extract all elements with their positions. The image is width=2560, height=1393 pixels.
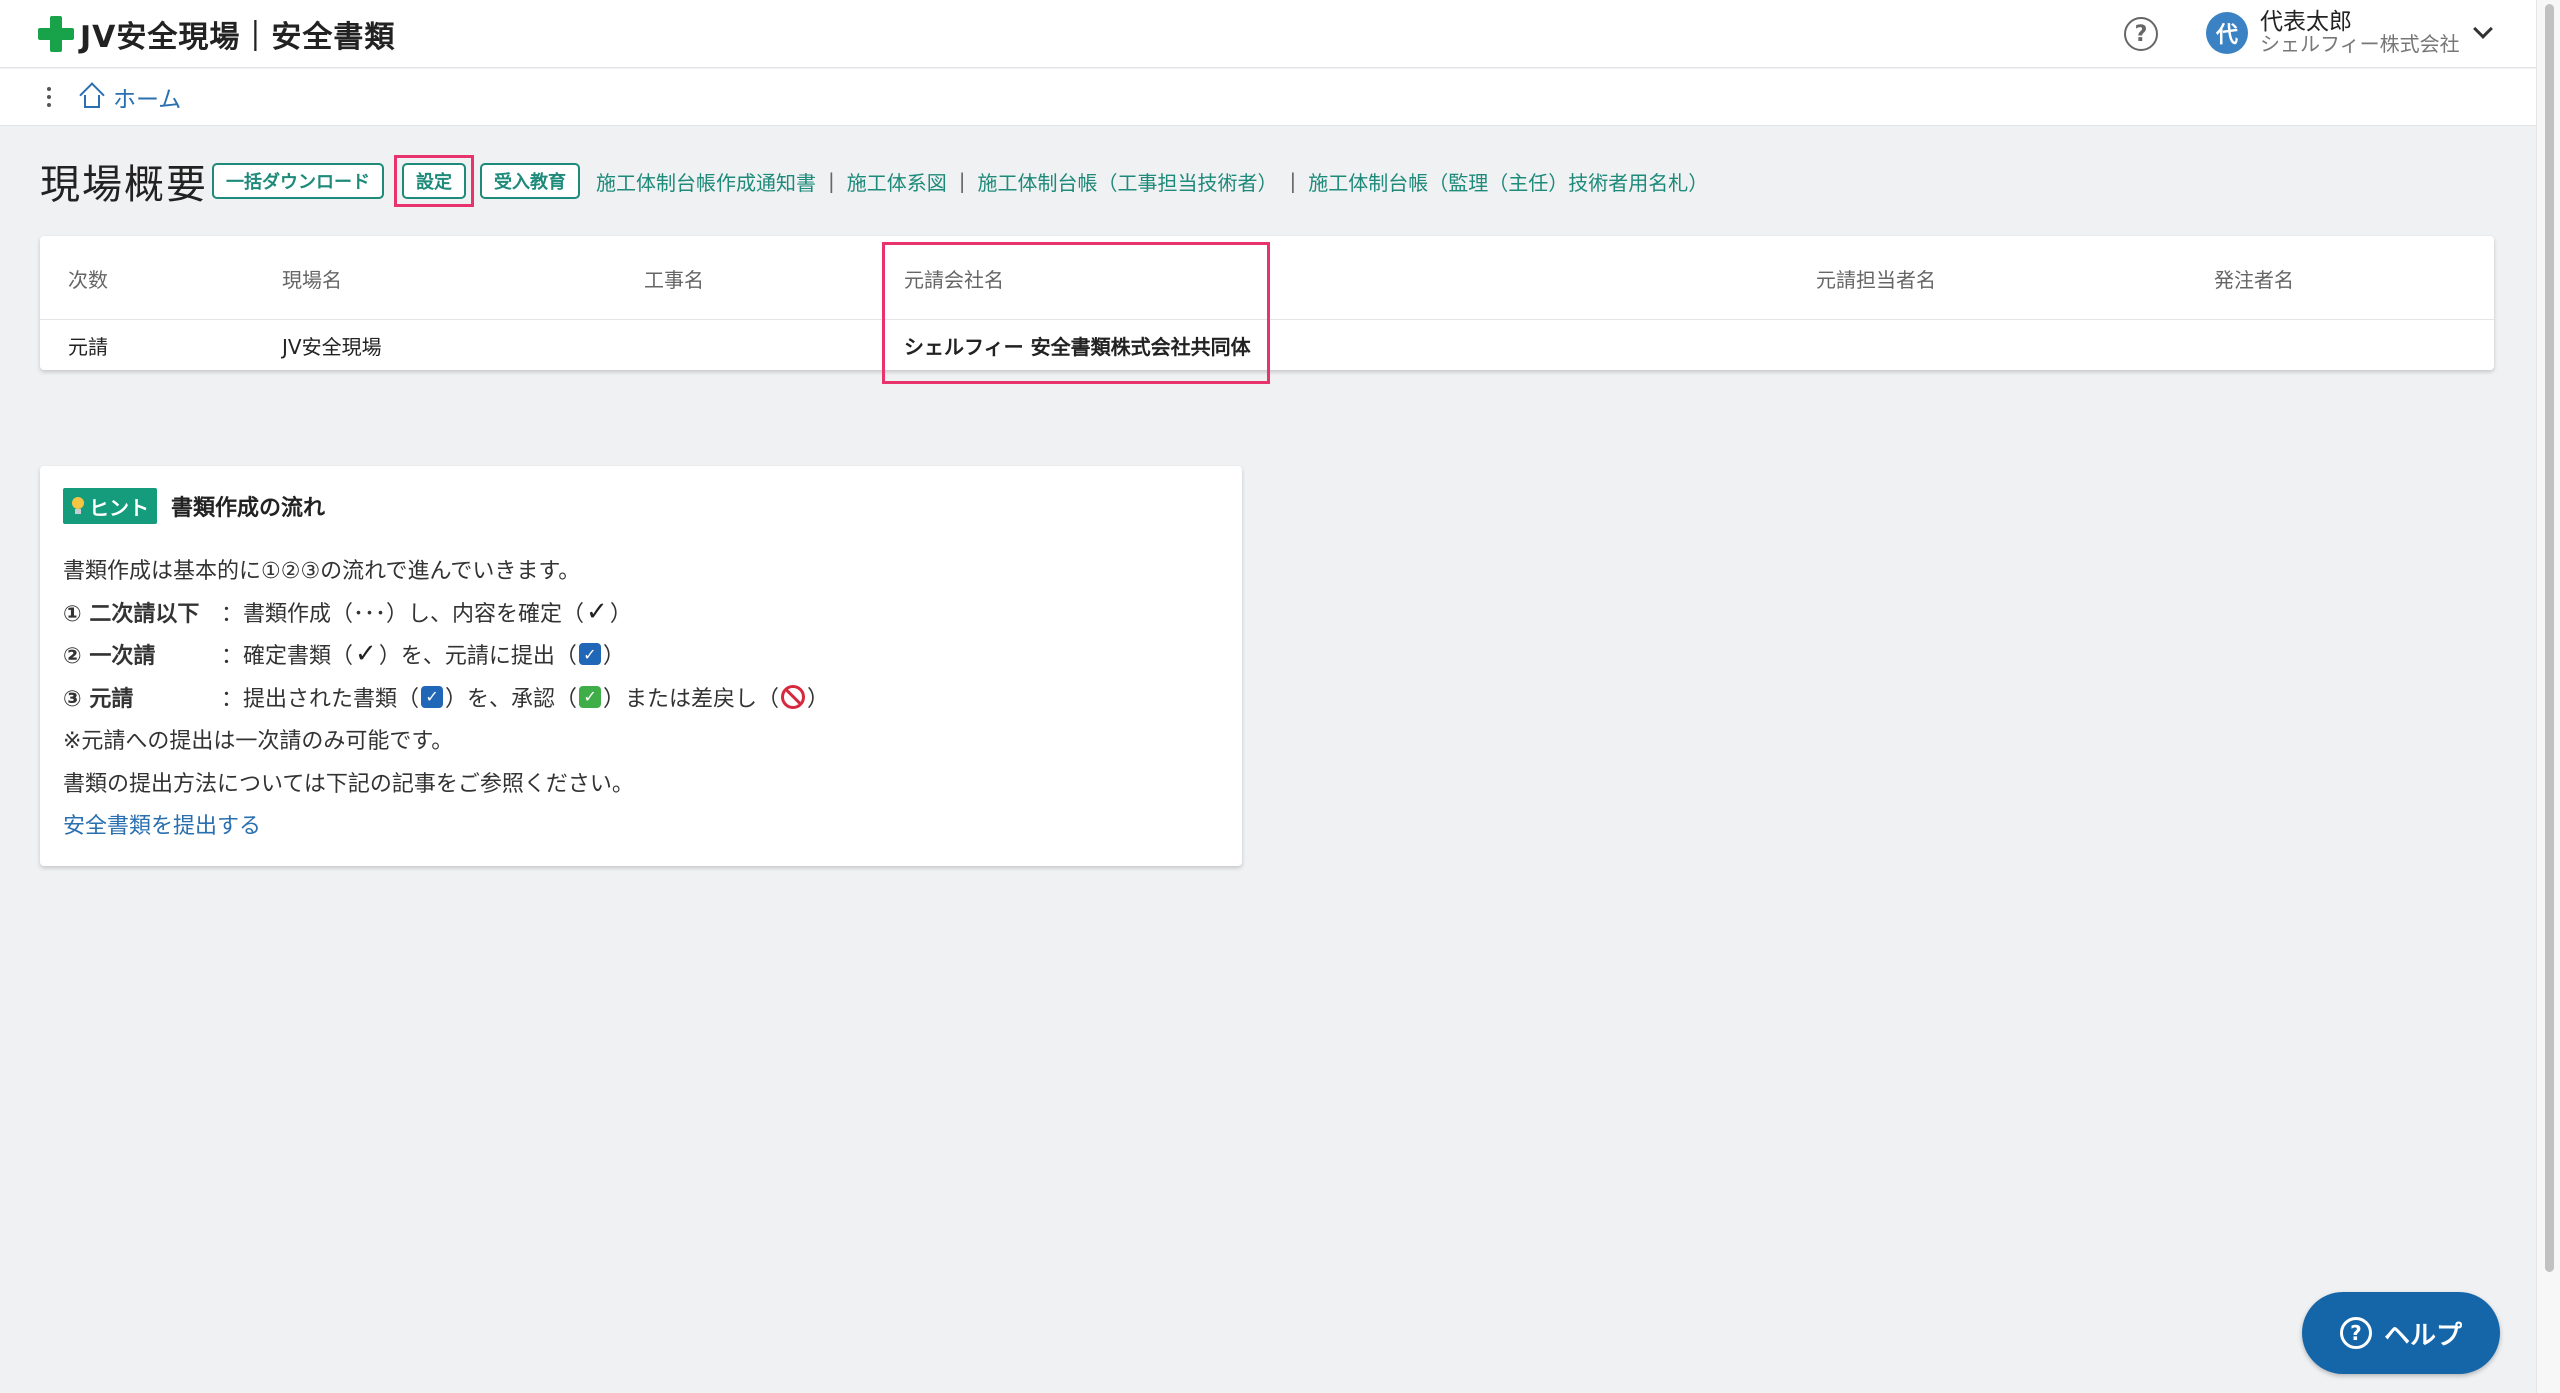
doc-link-engineer-ledger[interactable]: 施工体制台帳（工事担当技術者） <box>978 167 1278 196</box>
column-header: 元請担当者名 <box>1816 268 1936 292</box>
hint-step-1: ① 二次請以下 ：書類作成（･･･）し、内容を確定（ ✓ ） <box>63 596 632 627</box>
column-header: 発注者名 <box>2214 268 2294 292</box>
doc-link-system-diagram[interactable]: 施工体系図 <box>847 167 947 196</box>
step-label: ② 一次請 <box>63 644 156 670</box>
checkmark-icon: ✓ <box>355 639 377 670</box>
column-header: 現場名 <box>282 268 342 292</box>
link-separator: | <box>958 169 966 193</box>
checkmark-icon: ✓ <box>586 596 608 627</box>
column-header: 元請会社名 <box>904 268 1004 292</box>
hint-note: ※元請への提出は一次請のみ可能です。 <box>63 729 454 755</box>
hint-badge: ヒント <box>63 488 157 524</box>
link-separator: | <box>828 169 835 193</box>
education-button[interactable]: 受入教育 <box>480 163 580 199</box>
help-button[interactable]: ? ヘルプ <box>2302 1292 2500 1374</box>
scrollbar-thumb[interactable] <box>2545 4 2554 1272</box>
link-separator: | <box>1289 169 1297 193</box>
scrollbar[interactable] <box>2536 0 2560 1393</box>
approved-checkbox-icon: ✓ <box>579 685 602 708</box>
submit-documents-link[interactable]: 安全書類を提出する <box>63 803 829 846</box>
breadcrumb[interactable]: ホーム <box>79 80 181 114</box>
table-row[interactable]: 元請 JV安全現場 シェルフィー 安全書類株式会社共同体 <box>40 320 2494 370</box>
doc-link-notification[interactable]: 施工体制台帳作成通知書 <box>596 167 816 196</box>
settings-highlight: 設定 <box>394 155 474 207</box>
hint-title: 書類作成の流れ <box>171 496 326 521</box>
hint-step-2: ② 一次請 ：確定書類（ ✓ ）を、元請に提出（ ✓ ） <box>63 639 625 670</box>
home-icon <box>79 82 105 109</box>
user-name: 代表太郎 <box>2260 9 2352 35</box>
breadcrumb-bar: ホーム <box>0 69 2536 126</box>
document-links: 施工体制台帳作成通知書 | 施工体系図 | 施工体制台帳（工事担当技術者） | … <box>596 167 1708 196</box>
reject-ban-icon <box>781 684 806 709</box>
column-header: 工事名 <box>644 268 704 292</box>
table-cell: JV安全現場 <box>282 334 382 359</box>
app-header: JV安全現場｜安全書類 ? 代 代表太郎 シェルフィー株式会社 <box>0 0 2536 68</box>
user-menu[interactable]: 代 代表太郎 シェルフィー株式会社 <box>2206 10 2493 55</box>
app-title: JV安全現場｜安全書類 <box>80 19 396 55</box>
lightbulb-icon <box>71 497 85 515</box>
table-cell: 元請 <box>68 334 108 359</box>
breadcrumb-home-link[interactable]: ホーム <box>113 80 181 114</box>
user-company: シェルフィー株式会社 <box>2260 32 2460 57</box>
doc-link-nameplate-ledger[interactable]: 施工体制台帳（監理（主任）技術者用名札） <box>1308 167 1708 196</box>
user-info: 代表太郎 シェルフィー株式会社 <box>2260 10 2460 55</box>
step-label: ① 二次請以下 <box>63 601 200 627</box>
hint-card: ヒント 書類作成の流れ 書類作成は基本的に①②③の流れで進んでいきます。 ① 二… <box>40 466 1242 866</box>
hint-intro: 書類作成は基本的に①②③の流れで進んでいきます。 <box>63 559 581 585</box>
bulk-download-button[interactable]: 一括ダウンロード <box>212 163 384 199</box>
green-cross-icon <box>38 15 74 52</box>
hint-body: 書類作成は基本的に①②③の流れで進んでいきます。 ① 二次請以下 ：書類作成（･… <box>63 548 829 846</box>
question-circle-icon: ? <box>2339 1317 2372 1349</box>
hint-step-3: ③ 元請 ：提出された書類（ ✓ ）を、承認（ ✓ ）または差戻し（ ） <box>63 676 829 719</box>
hint-badge-label: ヒント <box>89 495 149 520</box>
settings-button[interactable]: 設定 <box>402 163 466 199</box>
page-title-row: 現場概要 一括ダウンロード 設定 受入教育 施工体制台帳作成通知書 | 施工体系… <box>40 152 1708 210</box>
table-cell: シェルフィー 安全書類株式会社共同体 <box>904 334 1251 359</box>
app-logo[interactable]: JV安全現場｜安全書類 <box>38 12 395 56</box>
avatar: 代 <box>2206 11 2248 54</box>
kebab-menu-icon[interactable] <box>45 87 53 107</box>
site-summary-table: 次数 現場名 工事名 元請会社名 元請担当者名 発注者名 元請 JV安全現場 シ… <box>40 236 2494 370</box>
help-icon[interactable]: ? <box>2124 17 2158 51</box>
submitted-checkbox-icon: ✓ <box>578 643 601 666</box>
table-header-row: 次数 現場名 工事名 元請会社名 元請担当者名 発注者名 <box>40 236 2494 320</box>
hint-header: ヒント 書類作成の流れ <box>63 488 325 524</box>
chevron-down-icon[interactable] <box>2472 18 2493 39</box>
submitted-checkbox-icon: ✓ <box>421 685 444 708</box>
help-button-label: ヘルプ <box>2383 1320 2462 1351</box>
step-label: ③ 元請 <box>63 686 134 712</box>
page-title: 現場概要 <box>40 162 208 208</box>
hint-reference: 書類の提出方法については下記の記事をご参照ください。 <box>63 771 634 797</box>
column-header: 次数 <box>68 268 108 292</box>
